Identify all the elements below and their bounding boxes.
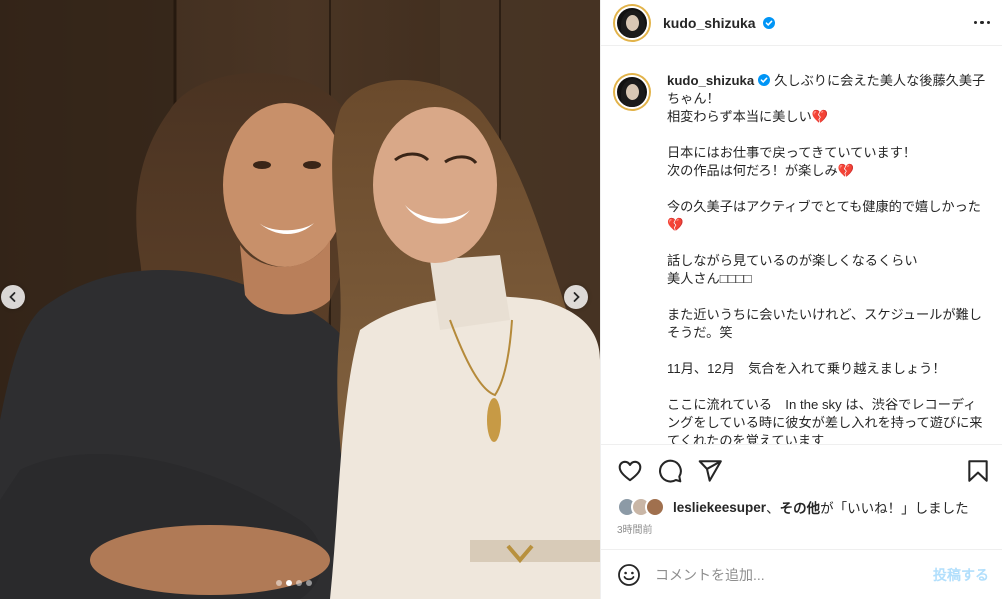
heart-icon[interactable] <box>617 458 643 484</box>
likes-separator: 、 <box>766 501 780 516</box>
chevron-left-icon <box>9 292 16 302</box>
carousel-dot-active <box>286 580 292 586</box>
caption-text: kudo_shizuka 久しぶりに会えた美人な後藤久美子ちゃん！ 相変わらず本当… <box>667 72 989 444</box>
post-photo[interactable] <box>0 0 600 599</box>
caption-author-avatar[interactable] <box>615 75 649 109</box>
caption-paragraph: kudo_shizuka 久しぶりに会えた美人な後藤久美子ちゃん！ 相変わらず本当… <box>667 73 986 124</box>
caption-username[interactable]: kudo_shizuka <box>667 73 771 88</box>
post-timestamp[interactable]: 3時間前 <box>617 521 991 536</box>
carousel-dot <box>276 580 282 586</box>
first-liker-link[interactable]: lesliekeesuper <box>673 500 766 515</box>
emoji-icon[interactable] <box>617 563 641 587</box>
caption-paragraph: 今の久美子はアクティブでとても健康的で嬉しかった💔 <box>667 199 981 232</box>
chevron-right-icon <box>573 292 580 302</box>
caption-paragraph: また近いうちに会いたいけれど、スケジュールが難しそうだ。笑 <box>667 307 982 340</box>
post-actions: lesliekeesuper 、 その他 が「いいね！」しました 3時間前 <box>601 444 1002 536</box>
author-username[interactable]: kudo_shizuka <box>663 15 776 31</box>
caption-scroll-area[interactable]: kudo_shizuka 久しぶりに会えた美人な後藤久美子ちゃん！ 相変わらず本当… <box>601 46 1002 444</box>
likes-summary[interactable]: lesliekeesuper 、 その他 が「いいね！」しました <box>617 497 991 517</box>
carousel-prev-button[interactable] <box>1 285 25 309</box>
carousel-next-button[interactable] <box>564 285 588 309</box>
carousel-indicator <box>276 580 312 586</box>
caption-paragraph: ここに流れている In the sky は、渋谷でレコーディングをしている時に彼… <box>667 397 983 444</box>
bookmark-icon[interactable] <box>965 458 991 484</box>
liker-avatars <box>617 497 665 517</box>
caption: kudo_shizuka 久しぶりに会えた美人な後藤久美子ちゃん！ 相変わらず本当… <box>615 72 991 444</box>
author-avatar[interactable] <box>615 5 649 40</box>
share-icon[interactable] <box>697 458 723 484</box>
verified-badge-icon <box>758 74 771 86</box>
photo-image <box>0 0 600 599</box>
caption-paragraph: 11月、12月 気合を入れて乗り越えましょう！ <box>667 361 946 376</box>
post-header: kudo_shizuka <box>601 0 1002 46</box>
likes-others-link[interactable]: その他 <box>780 497 821 517</box>
post-comment-button[interactable]: 投稿する <box>933 565 989 585</box>
action-icon-row <box>617 445 991 497</box>
comment-icon[interactable] <box>657 458 683 484</box>
more-horizontal-icon <box>973 20 977 25</box>
verified-badge-icon <box>763 16 776 29</box>
carousel-dot <box>306 580 312 586</box>
caption-paragraph: 日本にはお仕事で戻ってきていています！ 次の作品は何だろ！が楽しみ💔 <box>667 145 917 178</box>
avatar <box>645 497 665 517</box>
more-options-button[interactable] <box>973 15 990 31</box>
comment-input[interactable] <box>655 566 933 583</box>
likes-suffix: が「いいね！」しました <box>820 501 969 516</box>
caption-paragraph: 話しながら見ているのが楽しくなるくらい 美人さん□□□□ <box>667 253 918 286</box>
post-side-panel: kudo_shizuka kudo_shizuka 久しぶりに会えた美人な後藤久美… <box>600 0 1002 599</box>
comment-bar: 投稿する <box>601 549 1002 599</box>
carousel-dot <box>296 580 302 586</box>
author-username-text[interactable]: kudo_shizuka <box>663 15 756 31</box>
